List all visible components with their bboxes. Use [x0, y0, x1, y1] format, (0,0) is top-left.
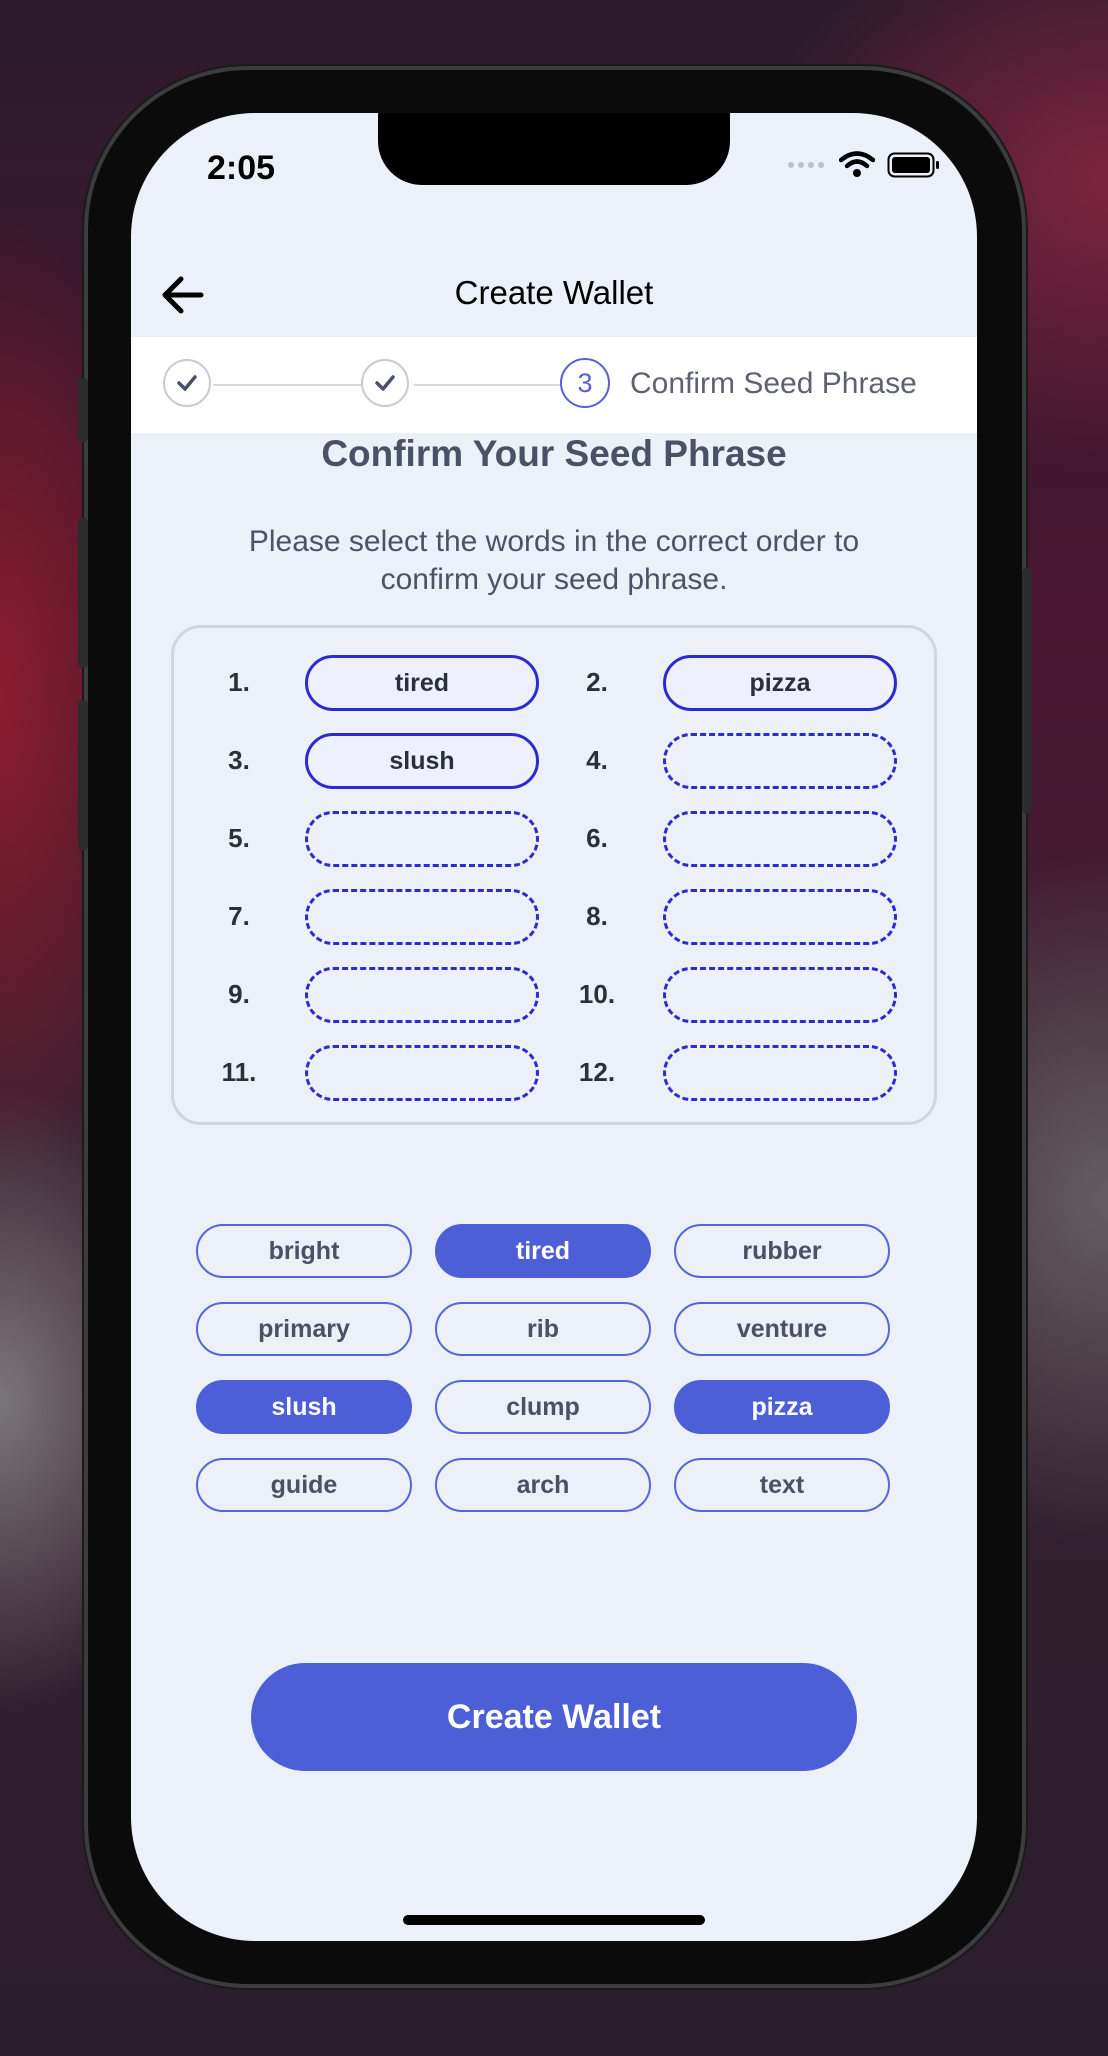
instruction-text: Please select the words in the correct o… — [201, 523, 907, 599]
word-chip-venture[interactable]: venture — [674, 1302, 890, 1356]
word-chip-pizza[interactable]: pizza — [674, 1380, 890, 1434]
header: Create Wallet — [131, 258, 977, 328]
slot-number: 7. — [228, 901, 250, 931]
instruction-line: confirm your seed phrase. — [380, 563, 728, 596]
phone-power-button — [1022, 568, 1032, 814]
word-chip-tired[interactable]: tired — [435, 1224, 651, 1278]
slot-number: 11. — [221, 1057, 257, 1087]
step-3-label: Confirm Seed Phrase — [630, 367, 917, 400]
phrase-slot-12[interactable] — [663, 1045, 897, 1101]
battery-icon — [887, 152, 939, 178]
phone-volume-up-button — [78, 518, 88, 668]
cellular-signal-icon — [788, 162, 824, 168]
step-connector — [213, 384, 366, 386]
phone-volume-down-button — [78, 700, 88, 850]
status-icons — [787, 151, 941, 179]
step-3-current: 3 — [560, 358, 610, 408]
slot-number: 2. — [586, 667, 608, 697]
slot-number: 1. — [228, 667, 250, 697]
home-indicator[interactable] — [403, 1915, 705, 1925]
phrase-slot-1[interactable]: tired — [305, 655, 539, 711]
slot-number: 4. — [586, 745, 608, 775]
notch — [378, 113, 730, 185]
step-connector — [414, 384, 560, 386]
phrase-slot-5[interactable] — [305, 811, 539, 867]
slot-number: 3. — [228, 745, 250, 775]
seed-phrase-box: 1. tired 2. pizza 3. slush 4. 5. 6. 7. 8… — [171, 625, 937, 1125]
word-chip-rubber[interactable]: rubber — [674, 1224, 890, 1278]
section-title: Confirm Your Seed Phrase — [321, 433, 787, 474]
word-chip-bright[interactable]: bright — [196, 1224, 412, 1278]
word-chip-text[interactable]: text — [674, 1458, 890, 1512]
create-wallet-button[interactable]: Create Wallet — [251, 1663, 857, 1771]
phrase-slot-11[interactable] — [305, 1045, 539, 1101]
phrase-slot-2[interactable]: pizza — [663, 655, 897, 711]
phrase-slot-9[interactable] — [305, 967, 539, 1023]
word-chip-slush[interactable]: slush — [196, 1380, 412, 1434]
phrase-slot-6[interactable] — [663, 811, 897, 867]
slot-number: 5. — [228, 823, 250, 853]
phrase-slot-3[interactable]: slush — [305, 733, 539, 789]
page-title: Create Wallet — [454, 274, 654, 311]
app-screen: 2:05 Create Wallet 3 Confirm Seed Phrase… — [131, 113, 977, 1941]
word-chip-rib[interactable]: rib — [435, 1302, 651, 1356]
slot-number: 9. — [228, 979, 250, 1009]
status-time: 2:05 — [207, 149, 276, 187]
phrase-slot-7[interactable] — [305, 889, 539, 945]
instruction-line: Please select the words in the correct o… — [248, 525, 860, 558]
wifi-icon — [839, 151, 875, 177]
slot-number: 6. — [586, 823, 608, 853]
phone-side-button — [78, 378, 88, 442]
slot-number: 12. — [578, 1057, 616, 1087]
word-chip-primary[interactable]: primary — [196, 1302, 412, 1356]
step-2-complete — [361, 359, 409, 407]
word-chip-guide[interactable]: guide — [196, 1458, 412, 1512]
check-icon — [177, 375, 197, 391]
progress-stepper: 3 Confirm Seed Phrase — [131, 337, 977, 433]
phrase-slot-4[interactable] — [663, 733, 897, 789]
phrase-slot-8[interactable] — [663, 889, 897, 945]
word-chip-clump[interactable]: clump — [435, 1380, 651, 1434]
word-chip-arch[interactable]: arch — [435, 1458, 651, 1512]
phrase-slot-10[interactable] — [663, 967, 897, 1023]
slot-number: 8. — [586, 901, 608, 931]
step-1-complete — [163, 359, 211, 407]
slot-number: 10. — [578, 979, 616, 1009]
check-icon — [375, 375, 395, 391]
